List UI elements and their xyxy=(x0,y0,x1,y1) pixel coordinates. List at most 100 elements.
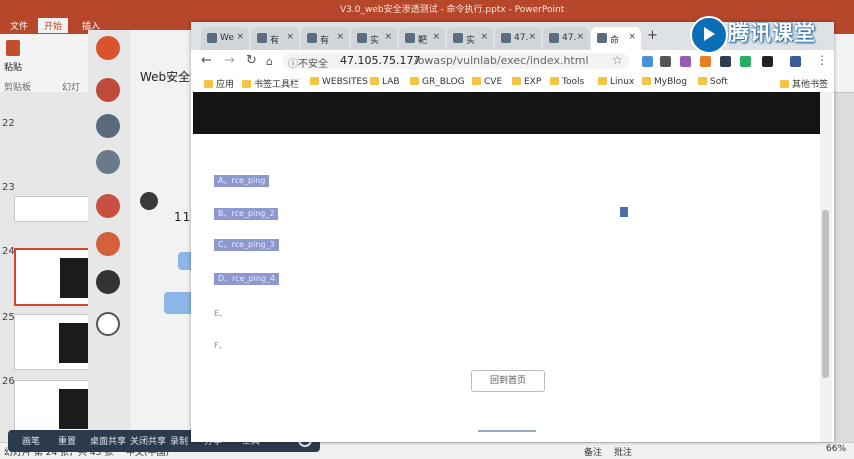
close-icon[interactable]: × xyxy=(528,32,536,42)
extension-icon[interactable] xyxy=(720,56,731,67)
list-item-e: E、 xyxy=(214,309,228,318)
page-icon xyxy=(257,33,267,43)
bookmark-item[interactable]: GR_BLOG xyxy=(410,77,465,87)
bookmark-item[interactable]: CVE xyxy=(472,77,502,87)
mouse-cursor-icon xyxy=(620,207,628,217)
bookmark-star-icon[interactable]: ☆ xyxy=(612,53,623,67)
bookmark-item[interactable]: EXP xyxy=(512,77,541,87)
bookmark-apps[interactable]: 应用 xyxy=(204,77,234,90)
extension-icon[interactable] xyxy=(660,56,671,67)
app-icon[interactable] xyxy=(96,232,120,256)
chat-bubble xyxy=(164,292,194,314)
slide-number: 25 xyxy=(2,312,15,323)
browser-tab[interactable]: 47. × xyxy=(495,27,541,50)
paste-label: 粘贴 xyxy=(4,63,23,73)
slide-number: 24 xyxy=(2,246,15,257)
close-icon[interactable]: × xyxy=(384,32,392,42)
tab-file[interactable]: 文件 xyxy=(4,18,34,33)
extension-icon[interactable] xyxy=(790,56,801,67)
app-icon[interactable] xyxy=(96,150,120,174)
security-warning[interactable]: 不安全 xyxy=(298,55,328,70)
avatar[interactable] xyxy=(140,192,158,210)
extension-icon[interactable] xyxy=(762,56,773,67)
app-icon[interactable] xyxy=(96,114,120,138)
clock-icon[interactable] xyxy=(96,312,120,336)
extension-icon[interactable] xyxy=(680,56,691,67)
back-home-button[interactable]: 回到首页 xyxy=(471,370,545,392)
browser-tab[interactable]: 实 × xyxy=(447,27,493,50)
shield-icon xyxy=(207,33,217,43)
powerpoint-window-title: V3.0_web安全渗透测试 - 命令执行.pptx - PowerPoint xyxy=(340,5,565,15)
back-arrow-icon[interactable]: ← xyxy=(201,53,212,68)
close-icon[interactable]: × xyxy=(432,32,440,42)
forward-arrow-icon[interactable]: → xyxy=(224,53,235,68)
avatar[interactable] xyxy=(96,36,120,60)
url-host: 47.105.75.177 xyxy=(340,54,421,67)
bookmark-item[interactable]: Tools xyxy=(550,77,584,87)
bookmark-item[interactable]: 书签工具栏 xyxy=(242,77,299,90)
new-tab-icon[interactable]: + xyxy=(647,28,658,43)
close-icon[interactable]: × xyxy=(286,32,294,42)
slide-number: 22 xyxy=(2,118,15,129)
page-icon xyxy=(549,33,559,43)
page-icon xyxy=(501,33,511,43)
page-divider xyxy=(478,430,536,432)
close-icon[interactable]: × xyxy=(336,32,344,42)
shield-icon xyxy=(357,33,367,43)
bookmark-item[interactable]: Soft xyxy=(698,77,728,87)
bookmark-item[interactable]: Linux xyxy=(598,77,634,87)
browser-tab[interactable]: 47. × xyxy=(543,27,589,50)
reload-icon[interactable]: ↻ xyxy=(246,53,257,68)
link-rce-ping-2[interactable]: B、rce_ping_2 xyxy=(214,208,279,220)
slide-number: 26 xyxy=(2,376,15,387)
link-rce-ping[interactable]: A、rce_ping xyxy=(214,175,270,187)
extension-icon[interactable] xyxy=(700,56,711,67)
extension-icon[interactable] xyxy=(642,56,653,67)
comments-button[interactable]: 批注 xyxy=(614,445,632,458)
notes-button[interactable]: 备注 xyxy=(584,445,602,458)
close-icon[interactable]: × xyxy=(480,32,488,42)
stop-share-button[interactable]: 关闭共享 xyxy=(130,434,166,447)
page-icon xyxy=(307,33,317,43)
reset-button[interactable]: 重置 xyxy=(58,434,76,447)
link-rce-ping-4[interactable]: D、rce_ping_4 xyxy=(214,273,280,285)
info-icon[interactable]: ⓘ xyxy=(288,55,298,70)
extension-icon[interactable] xyxy=(740,56,751,67)
play-icon xyxy=(704,27,715,41)
pen-button[interactable]: 画笔 xyxy=(22,434,40,447)
app-icon[interactable] xyxy=(96,194,120,218)
browser-tab[interactable]: 靶 × xyxy=(399,27,445,50)
tencent-classroom-logo-text: 腾讯课堂 xyxy=(728,21,816,45)
bookmark-item[interactable]: MyBlog xyxy=(642,77,687,87)
bookmark-item[interactable]: WEBSITES xyxy=(310,77,368,87)
desktop-share-button[interactable]: 桌面共享 xyxy=(90,434,126,447)
browser-tab[interactable]: We × xyxy=(201,27,249,50)
menu-icon[interactable]: ⋮ xyxy=(816,53,828,67)
shield-icon xyxy=(405,33,415,43)
browser-tab-active[interactable]: 命 × xyxy=(591,27,641,50)
tab-home[interactable]: 开始 xyxy=(38,18,69,33)
record-button[interactable]: 录制 xyxy=(170,434,188,447)
paste-icon[interactable] xyxy=(6,40,20,56)
page-header-banner xyxy=(193,92,820,134)
close-icon[interactable]: × xyxy=(576,32,584,42)
browser-tab[interactable]: 有 × xyxy=(301,27,349,50)
app-icon[interactable] xyxy=(96,78,120,102)
scrollbar-thumb[interactable] xyxy=(822,210,829,378)
zoom-level[interactable]: 66% xyxy=(826,444,846,454)
shield-icon xyxy=(597,33,607,43)
link-rce-ping-3[interactable]: C、rce_ping_3 xyxy=(214,239,279,251)
browser-tab[interactable]: 有 × xyxy=(251,27,299,50)
home-icon[interactable]: ⌂ xyxy=(266,55,273,68)
app-icon[interactable] xyxy=(96,270,120,294)
bookmark-other[interactable]: 其他书签 xyxy=(780,77,828,90)
list-item-f: F、 xyxy=(214,341,227,350)
close-icon[interactable]: × xyxy=(236,32,244,42)
browser-tab[interactable]: 实 × xyxy=(351,27,397,50)
close-icon[interactable]: × xyxy=(628,32,636,42)
shield-icon xyxy=(453,33,463,43)
powerpoint-title-bar: V3.0_web安全渗透测试 - 命令执行.pptx - PowerPoint xyxy=(0,0,854,16)
bookmark-item[interactable]: LAB xyxy=(370,77,400,87)
tencent-classroom-logo-icon xyxy=(690,16,728,54)
url-path: /owasp/vulnlab/exec/index.html xyxy=(414,54,589,67)
